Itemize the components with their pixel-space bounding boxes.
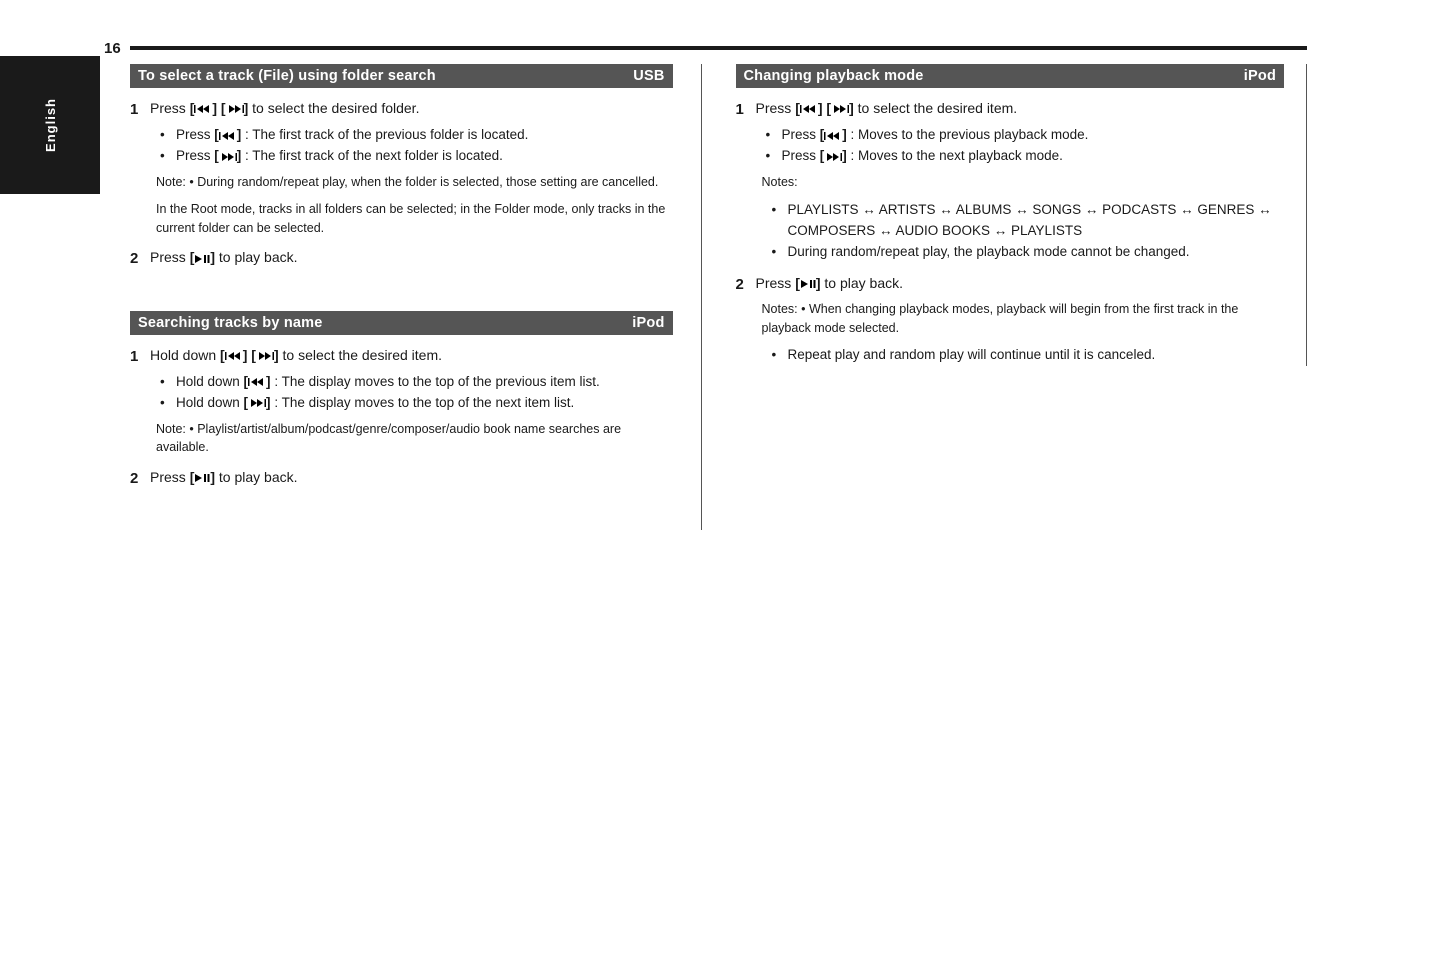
section-title: Searching tracks by name bbox=[138, 315, 323, 331]
section-search-by-name: Searching tracks by name iPod 1 Hold dow… bbox=[130, 311, 673, 491]
skip-prev-next-label: [] [] bbox=[220, 347, 279, 363]
skip-next-label: [] bbox=[244, 395, 271, 410]
bullet-item: • Press [] : Moves to the previous playb… bbox=[766, 125, 1285, 146]
skip-next-label: [] bbox=[214, 148, 241, 163]
section-heading: Searching tracks by name iPod bbox=[130, 311, 673, 335]
step-number: 1 bbox=[130, 98, 144, 121]
play-pause-label: [] bbox=[190, 249, 215, 265]
step-1: 1 Hold down [] [] to select the desired … bbox=[130, 345, 673, 458]
bullet-item: • Hold down [] : The display moves to th… bbox=[160, 372, 673, 393]
step-1: 1 Press [] [] to select the desired fold… bbox=[130, 98, 673, 237]
note-text: Note: • During random/repeat play, when … bbox=[156, 173, 673, 192]
step-number: 2 bbox=[130, 247, 144, 270]
skip-prev-label: [] bbox=[214, 127, 241, 142]
step-text: Press [] [] to select the desired folder… bbox=[150, 98, 673, 120]
side-language-tab: English bbox=[0, 56, 100, 194]
notes-bullet: • Repeat play and random play will conti… bbox=[772, 345, 1285, 366]
notes-text: Repeat play and random play will continu… bbox=[788, 345, 1156, 366]
skip-prev-label: [] bbox=[244, 374, 271, 389]
page-number: 16 bbox=[104, 40, 121, 57]
bullet-item: • Press [] : The first track of the prev… bbox=[160, 125, 673, 146]
step-number: 2 bbox=[736, 273, 750, 296]
notes-text: PLAYLISTS ↔ ARTISTS ↔ ALBUMS ↔ SONGS ↔ P… bbox=[788, 200, 1285, 242]
bullet-dot: • bbox=[160, 125, 170, 146]
bullet-dot: • bbox=[766, 146, 776, 167]
bullet-item: • Press [] : Moves to the next playback … bbox=[766, 146, 1285, 167]
step-number: 2 bbox=[130, 467, 144, 490]
section-tag: USB bbox=[633, 68, 664, 84]
play-pause-label: [] bbox=[795, 275, 820, 291]
section-heading: To select a track (File) using folder se… bbox=[130, 64, 673, 88]
content-columns: To select a track (File) using folder se… bbox=[130, 64, 1307, 784]
section-tag: iPod bbox=[1244, 68, 1276, 84]
section-folder-search: To select a track (File) using folder se… bbox=[130, 64, 673, 271]
side-tab-label: English bbox=[43, 98, 58, 152]
top-horizontal-rule bbox=[130, 46, 1307, 50]
section-title: To select a track (File) using folder se… bbox=[138, 68, 436, 84]
section-title: Changing playback mode bbox=[744, 68, 924, 84]
bullet-item: • Press [] : The first track of the next… bbox=[160, 146, 673, 167]
step-text: Hold down [] [] to select the desired it… bbox=[150, 345, 673, 367]
notes-text: During random/repeat play, the playback … bbox=[788, 242, 1190, 263]
section-change-playback-mode: Changing playback mode iPod 1 Press [] [… bbox=[736, 64, 1308, 366]
bullet-dot: • bbox=[160, 372, 170, 393]
bullet-dot: • bbox=[772, 345, 782, 366]
step-text: Press [] to play back. bbox=[150, 247, 673, 269]
step-2: 2 Press [] to play back. bbox=[130, 247, 673, 270]
bullet-dot: • bbox=[160, 146, 170, 167]
bullet-dot: • bbox=[766, 125, 776, 146]
step-number: 1 bbox=[130, 345, 144, 368]
step-1: 1 Press [] [] to select the desired item… bbox=[736, 98, 1285, 263]
step-text: Press [] to play back. bbox=[756, 273, 1285, 295]
bullet-dot: • bbox=[772, 242, 782, 263]
notes-bullet: • During random/repeat play, the playbac… bbox=[772, 242, 1285, 263]
notes-bullet: • PLAYLISTS ↔ ARTISTS ↔ ALBUMS ↔ SONGS ↔… bbox=[772, 200, 1285, 242]
play-pause-label: [] bbox=[190, 469, 215, 485]
bullet-dot: • bbox=[160, 393, 170, 414]
skip-prev-next-label: [] [] bbox=[190, 100, 249, 116]
skip-prev-label: [] bbox=[820, 127, 847, 142]
bullet-item: • Hold down [] : The display moves to th… bbox=[160, 393, 673, 414]
note-text: Notes: • When changing playback modes, p… bbox=[762, 300, 1285, 338]
step-text: Press [] [] to select the desired item. bbox=[756, 98, 1285, 120]
skip-next-label: [] bbox=[820, 148, 847, 163]
notes-heading: Notes: bbox=[762, 173, 1285, 192]
hint-text: In the Root mode, tracks in all folders … bbox=[156, 200, 673, 238]
step-2: 2 Press [] to play back. Notes: • When c… bbox=[736, 273, 1285, 367]
step-2: 2 Press [] to play back. bbox=[130, 467, 673, 490]
step-text: Press [] to play back. bbox=[150, 467, 673, 489]
section-heading: Changing playback mode iPod bbox=[736, 64, 1285, 88]
note-text: Note: • Playlist/artist/album/podcast/ge… bbox=[156, 420, 673, 458]
bullet-dot: • bbox=[772, 200, 782, 221]
step-number: 1 bbox=[736, 98, 750, 121]
section-tag: iPod bbox=[632, 315, 664, 331]
skip-prev-next-label: [] [] bbox=[795, 100, 854, 116]
